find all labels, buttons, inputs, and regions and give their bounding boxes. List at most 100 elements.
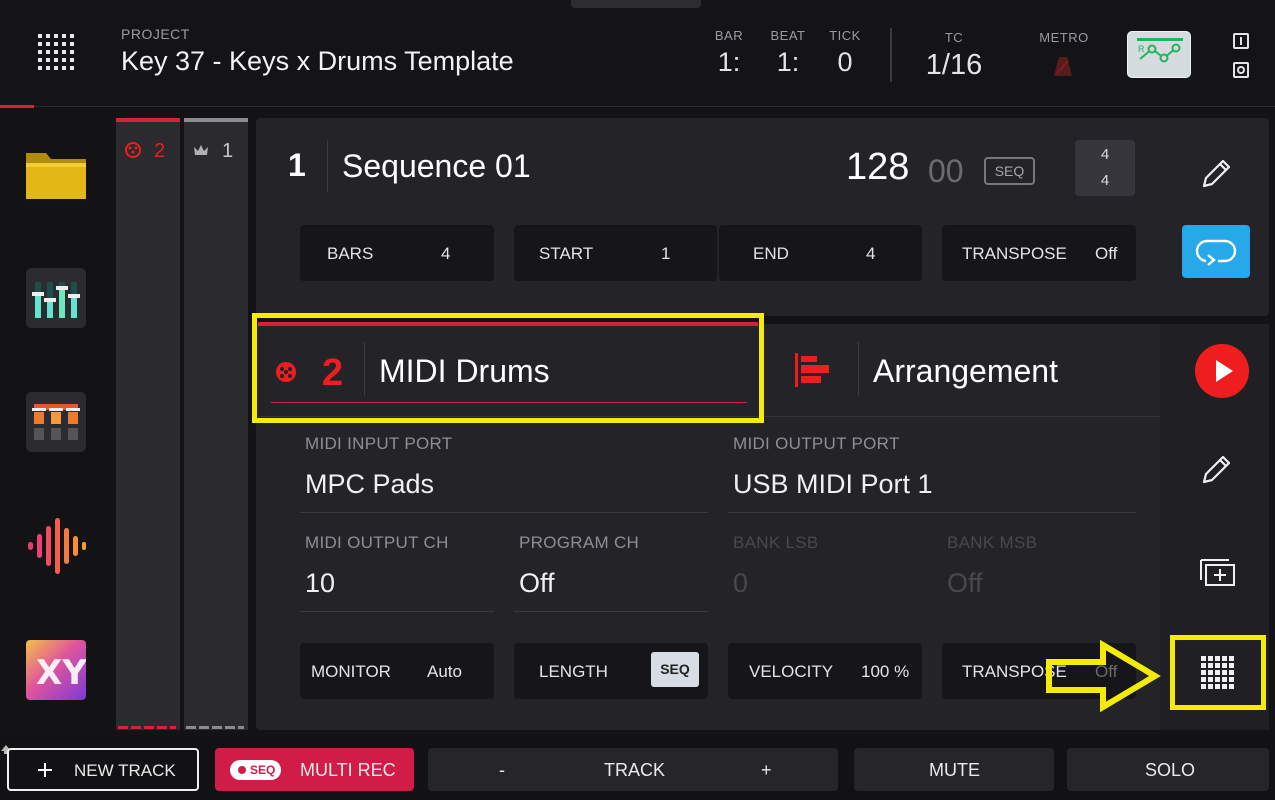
seq-transpose-label: TRANSPOSE xyxy=(962,244,1067,263)
record-dot-icon xyxy=(238,766,246,774)
main-menu-grid-icon[interactable] xyxy=(38,34,76,70)
solo-label: SOLO xyxy=(1145,760,1196,780)
midi-output-port-value[interactable]: USB MIDI Port 1 xyxy=(733,469,933,500)
project-label: PROJECT xyxy=(121,26,190,42)
start-field[interactable]: START 1 xyxy=(514,225,717,281)
sample-edit-icon[interactable] xyxy=(26,516,86,576)
play-icon xyxy=(1216,360,1233,382)
timesig-bottom: 4 xyxy=(1100,172,1110,189)
svg-text:XY: XY xyxy=(36,653,86,693)
length-label: LENGTH xyxy=(539,662,608,681)
bars-field[interactable]: BARS 4 xyxy=(300,225,494,281)
start-label: START xyxy=(539,244,594,263)
project-name[interactable]: Key 37 - Keys x Drums Template xyxy=(121,46,514,77)
field-underline xyxy=(514,611,708,612)
play-button[interactable] xyxy=(1195,344,1249,398)
bars-value: 4 xyxy=(441,244,451,263)
midi-input-port-value[interactable]: MPC Pads xyxy=(305,469,434,500)
bank-msb-label: BANK MSB xyxy=(947,533,1038,552)
automation-icon: R xyxy=(1137,38,1183,63)
keygroup-crown-icon xyxy=(194,145,208,155)
track-prev-button[interactable]: - xyxy=(499,760,505,781)
field-underline xyxy=(300,512,708,513)
multi-rec-button[interactable]: SEQ MULTI REC xyxy=(215,748,414,791)
bpm-fraction[interactable]: 00 xyxy=(928,153,964,190)
info-square-icon[interactable] xyxy=(1233,33,1249,49)
xy-fx-icon[interactable]: XY xyxy=(26,640,86,700)
bar-counter[interactable]: BAR 1: xyxy=(712,28,746,78)
sequence-number: 1 xyxy=(288,147,306,183)
track-b-meter xyxy=(186,726,244,729)
beat-label: BEAT xyxy=(770,28,806,43)
track-column-selected[interactable] xyxy=(116,118,180,730)
velocity-label: VELOCITY xyxy=(749,662,834,681)
program-ch-value[interactable]: Off xyxy=(519,568,555,599)
seq-chip-label: SEQ xyxy=(250,763,276,777)
track-a-number: 2 xyxy=(154,140,166,162)
header-rule xyxy=(34,106,1275,107)
mixer-icon[interactable] xyxy=(26,268,86,328)
bars-label: BARS xyxy=(327,244,374,263)
folder-icon[interactable] xyxy=(26,147,86,207)
time-signature[interactable]: 4 4 xyxy=(1075,140,1135,196)
track-next-button[interactable]: + xyxy=(761,760,772,781)
metro-label: METRO xyxy=(1039,30,1089,45)
edit-sequence-pencil-icon[interactable] xyxy=(1200,156,1234,190)
end-value: 4 xyxy=(866,244,876,263)
multi-rec-label: MULTI REC xyxy=(300,760,396,780)
tick-counter[interactable]: TICK 0 xyxy=(828,28,862,78)
arrangement-label[interactable]: Arrangement xyxy=(873,353,1058,390)
channel-mixer-icon[interactable] xyxy=(26,392,86,452)
header-divider xyxy=(890,28,892,82)
tempo-source-badge[interactable]: SEQ xyxy=(984,157,1035,185)
drum-track-icon xyxy=(125,142,141,158)
arrangement-icon[interactable] xyxy=(795,353,831,387)
track-a-meter xyxy=(118,726,176,729)
end-field[interactable]: END 4 xyxy=(719,225,922,281)
bpm-value[interactable]: 128 xyxy=(846,146,909,189)
seq-chip: SEQ xyxy=(230,760,281,780)
menu-indicator xyxy=(0,105,34,108)
duplicate-track-icon[interactable] xyxy=(1199,556,1237,588)
annotation-highlight-track xyxy=(252,313,764,423)
bank-lsb-label: BANK LSB xyxy=(733,533,819,552)
metronome-icon[interactable] xyxy=(1053,55,1073,77)
metronome[interactable]: METRO xyxy=(1034,30,1094,45)
sequence-name[interactable]: Sequence 01 xyxy=(342,148,531,185)
bank-msb-value: Off xyxy=(947,568,983,598)
timing-correct[interactable]: TC 1/16 xyxy=(916,30,992,82)
beat-counter[interactable]: BEAT 1: xyxy=(768,28,808,78)
new-track-button[interactable]: NEW TRACK xyxy=(7,748,199,791)
arrangement-separator xyxy=(858,342,859,396)
new-track-label: NEW TRACK xyxy=(74,761,176,780)
monitor-value: Auto xyxy=(427,662,462,681)
beat-value: 1: xyxy=(776,47,800,77)
midi-input-port-label: MIDI INPUT PORT xyxy=(305,434,453,453)
midi-output-port-label: MIDI OUTPUT PORT xyxy=(733,434,900,453)
end-label: END xyxy=(753,244,789,263)
field-underline xyxy=(300,611,494,612)
track-b-number: 1 xyxy=(222,140,234,162)
midi-output-ch-label: MIDI OUTPUT CH xyxy=(305,533,449,552)
length-seq-chip[interactable]: SEQ xyxy=(651,652,699,687)
track-column-other[interactable] xyxy=(184,118,248,730)
edit-track-pencil-icon[interactable] xyxy=(1200,452,1234,486)
record-square-icon[interactable] xyxy=(1233,62,1249,78)
bar-value: 1: xyxy=(717,47,741,77)
field-underline xyxy=(728,512,1136,513)
sequence-transpose-field[interactable]: TRANSPOSE Off xyxy=(942,225,1136,281)
svg-text:R: R xyxy=(1138,44,1145,54)
loop-button[interactable] xyxy=(1182,225,1250,278)
mute-label: MUTE xyxy=(929,760,980,780)
program-ch-label: PROGRAM CH xyxy=(519,533,640,552)
sequence-separator xyxy=(327,140,328,192)
midi-output-ch-value[interactable]: 10 xyxy=(305,568,335,599)
mute-button[interactable]: MUTE xyxy=(854,748,1054,791)
link-pair-button[interactable]: R xyxy=(1127,31,1191,78)
monitor-field[interactable]: MONITOR Auto xyxy=(300,643,494,699)
tc-label: TC xyxy=(944,30,964,45)
solo-button[interactable]: SOLO xyxy=(1067,748,1269,791)
tick-label: TICK xyxy=(829,28,861,43)
annotation-highlight-padgrid xyxy=(1170,635,1266,710)
velocity-field[interactable]: VELOCITY 100 % xyxy=(728,643,922,699)
